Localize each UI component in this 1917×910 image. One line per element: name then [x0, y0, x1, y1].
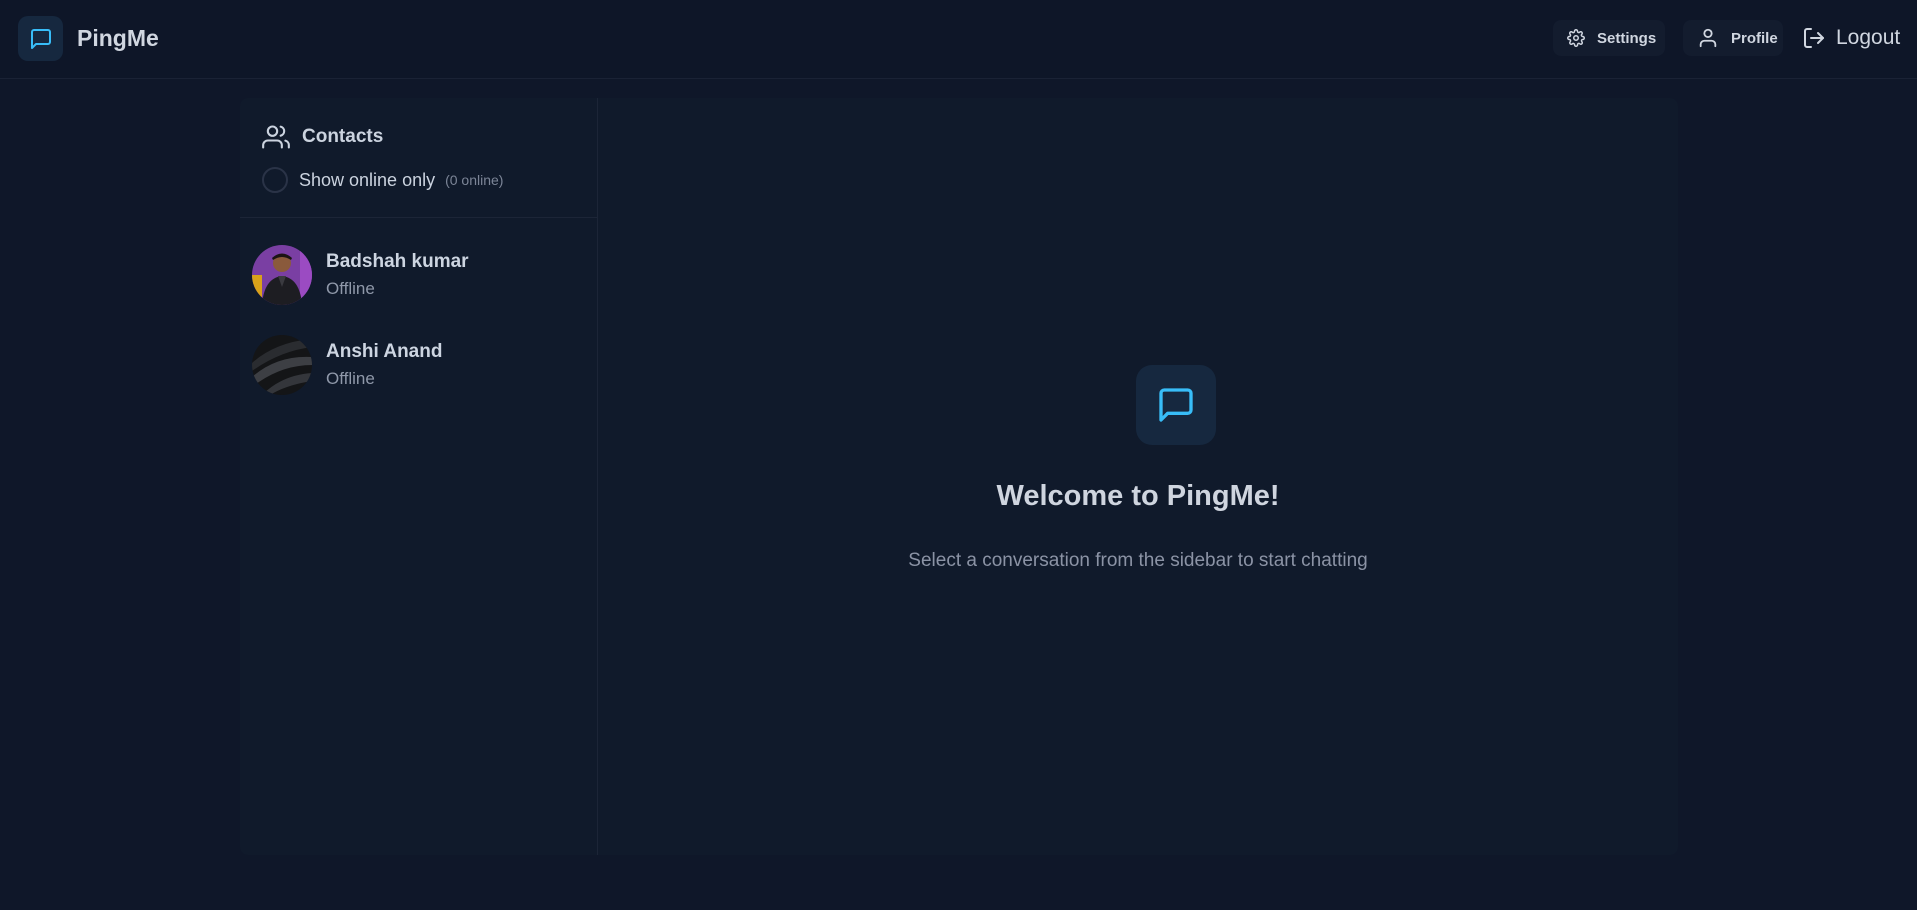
- avatar: [252, 245, 312, 305]
- contact-status: Offline: [326, 369, 375, 388]
- app-name: PingMe: [77, 25, 159, 51]
- online-count: (0 online): [445, 172, 504, 188]
- top-navbar: PingMe Settings Profile Logout: [0, 0, 1917, 79]
- chat-container: Contacts Show online only (0 online) Bad…: [240, 98, 1678, 855]
- welcome-panel: Welcome to PingMe! Select a conversation…: [598, 98, 1678, 855]
- profile-button[interactable]: Profile: [1683, 20, 1783, 56]
- welcome-title: Welcome to PingMe!: [996, 480, 1280, 512]
- online-only-checkbox[interactable]: [262, 167, 288, 193]
- contacts-heading: Contacts: [262, 123, 383, 151]
- logout-icon: [1804, 28, 1824, 48]
- user-icon: [1699, 28, 1717, 48]
- contact-item[interactable]: Badshah kumar Offline: [240, 231, 597, 319]
- profile-label: Profile: [1731, 29, 1778, 47]
- brand-link[interactable]: PingMe: [18, 16, 159, 61]
- contact-item[interactable]: Anshi Anand Offline: [240, 321, 597, 409]
- contacts-title: Contacts: [302, 126, 384, 147]
- online-only-label[interactable]: Show online only: [299, 170, 435, 191]
- contact-name: Anshi Anand: [326, 341, 443, 362]
- logout-label: Logout: [1836, 26, 1901, 49]
- contact-name: Badshah kumar: [326, 251, 469, 272]
- welcome-subtitle: Select a conversation from the sidebar t…: [908, 550, 1368, 571]
- contact-status: Offline: [326, 279, 375, 298]
- settings-label: Settings: [1597, 29, 1657, 47]
- contacts-sidebar: Contacts Show online only (0 online) Bad…: [240, 98, 598, 855]
- online-filter: Show online only (0 online): [262, 167, 503, 193]
- sidebar-header: Contacts Show online only (0 online): [240, 98, 597, 218]
- message-square-icon: [1136, 365, 1216, 445]
- users-icon: [262, 125, 290, 149]
- avatar: [252, 335, 312, 395]
- message-square-icon: [18, 16, 63, 61]
- settings-button[interactable]: Settings: [1553, 20, 1665, 56]
- gear-icon: [1567, 29, 1585, 47]
- logout-button[interactable]: Logout: [1798, 20, 1908, 56]
